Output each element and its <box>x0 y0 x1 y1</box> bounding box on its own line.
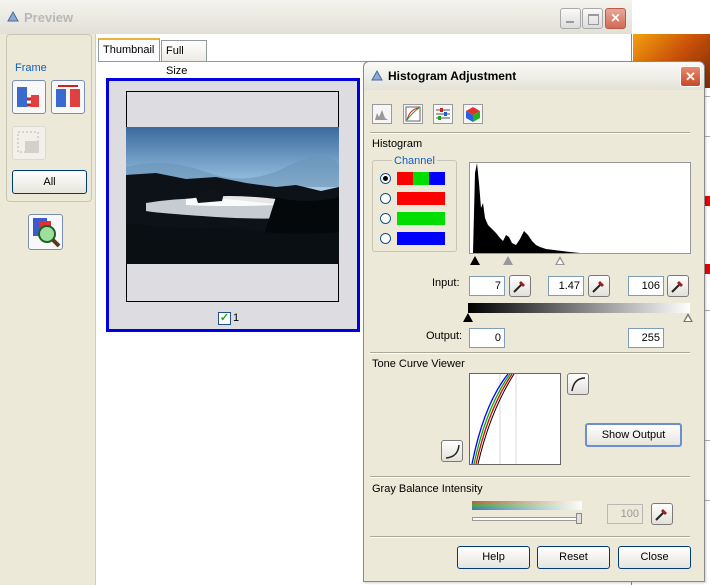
magnifier-icon <box>33 218 61 248</box>
minimize-icon <box>561 9 580 28</box>
histogram-dialog: Histogram Adjustment ✕ Histogram Channel… <box>363 61 705 582</box>
output-low-field[interactable]: 0 <box>469 328 505 348</box>
channel-swatch-blue <box>397 232 445 245</box>
tone-curve-plot <box>471 373 517 465</box>
eyedropper-icon <box>655 509 667 521</box>
input-black-point-handle[interactable] <box>470 256 480 265</box>
output-high-field[interactable]: 255 <box>628 328 664 348</box>
channel-radio-red[interactable] <box>380 193 391 204</box>
close-icon: ✕ <box>685 69 696 84</box>
tab-thumbnail[interactable]: Thumbnail <box>98 38 160 61</box>
delete-frame-button[interactable] <box>12 126 46 160</box>
preview-title: Preview <box>24 10 74 25</box>
histogram-graph <box>469 162 691 254</box>
curve-up-icon <box>571 377 586 392</box>
close-button[interactable]: Close <box>618 546 691 569</box>
input-gamma-field[interactable]: 1.47 <box>548 276 584 296</box>
color-cube-icon <box>466 107 480 122</box>
channel-radio-green[interactable] <box>380 213 391 224</box>
channel-swatch-rgb-green <box>413 172 429 185</box>
input-white-point-handle[interactable] <box>555 256 565 265</box>
gray-balance-eyedropper[interactable] <box>651 503 673 525</box>
channel-radio-blue[interactable] <box>380 233 391 244</box>
color-palette-tool-button[interactable] <box>463 104 483 124</box>
input-low-field[interactable]: 7 <box>469 276 505 296</box>
eyedropper-icon <box>592 281 604 293</box>
dialog-title: Histogram Adjustment <box>388 69 517 83</box>
auto-locate-icon <box>17 87 39 107</box>
adjust-frame-icon <box>56 85 80 107</box>
maximize-button[interactable] <box>582 8 603 29</box>
gray-balance-slider[interactable] <box>472 517 582 521</box>
maximize-icon <box>583 9 602 28</box>
channel-label: Channel <box>392 155 437 167</box>
input-high-field[interactable]: 106 <box>628 276 664 296</box>
shadow-curve-button[interactable] <box>441 440 463 462</box>
dialog-title-bar[interactable]: Histogram Adjustment ✕ <box>364 62 704 90</box>
gray-balance-section-label: Gray Balance Intensity <box>372 483 483 495</box>
dialog-close-button[interactable]: ✕ <box>680 66 701 87</box>
frame-label: Frame <box>13 62 49 74</box>
preview-close-button[interactable]: ✕ <box>605 8 626 29</box>
delete-frame-icon <box>17 131 39 153</box>
lake-photo <box>126 127 339 264</box>
highlight-curve-button[interactable] <box>567 373 589 395</box>
close-icon: ✕ <box>610 11 621 25</box>
help-button[interactable]: Help <box>457 546 530 569</box>
gray-balance-tool-button[interactable] <box>433 104 453 124</box>
thumbnail-number: 1 <box>233 312 240 324</box>
scanner-app-icon <box>371 69 383 81</box>
preview-title-bar[interactable]: Preview ✕ <box>0 0 632 34</box>
thumbnail-checkbox[interactable]: ✓ <box>218 312 231 325</box>
sliders-icon <box>436 108 450 120</box>
black-point-eyedropper[interactable] <box>509 275 531 297</box>
output-label: Output: <box>426 330 463 342</box>
auto-locate-button[interactable] <box>12 80 46 114</box>
checkmark-icon: ✓ <box>219 312 230 324</box>
gray-balance-slider-thumb[interactable] <box>576 513 582 524</box>
curve-down-icon <box>445 444 460 459</box>
gray-balance-value-field[interactable]: 100 <box>607 504 643 524</box>
output-gradient <box>468 303 690 313</box>
white-point-eyedropper[interactable] <box>667 275 689 297</box>
tone-curve-tool-button[interactable] <box>403 104 423 124</box>
reset-button[interactable]: Reset <box>537 546 610 569</box>
zoom-preview-button[interactable] <box>28 214 63 250</box>
tone-curve-section-label: Tone Curve Viewer <box>372 358 465 370</box>
adjust-frame-button[interactable] <box>51 80 85 114</box>
output-black-handle[interactable] <box>463 313 473 322</box>
output-white-handle[interactable] <box>683 313 693 322</box>
histogram-icon <box>375 110 388 120</box>
channel-swatch-rgb-blue <box>429 172 445 185</box>
eyedropper-icon <box>671 281 683 293</box>
channel-radio-rgb[interactable] <box>380 173 391 184</box>
tone-curve-icon <box>405 106 421 122</box>
scanner-app-icon <box>7 10 19 22</box>
channel-swatch-green <box>397 212 445 225</box>
gray-point-eyedropper[interactable] <box>588 275 610 297</box>
tab-full-size[interactable]: Full Size <box>161 40 207 77</box>
input-label: Input: <box>432 277 460 289</box>
gray-balance-gradient <box>472 501 582 510</box>
channel-swatch-red <box>397 192 445 205</box>
show-output-button[interactable]: Show Output <box>585 423 682 447</box>
all-button[interactable]: All <box>12 170 87 194</box>
tone-curve-graph <box>469 373 561 465</box>
histogram-plot <box>470 163 580 253</box>
thumbnail-image[interactable] <box>126 127 339 264</box>
input-gamma-handle[interactable] <box>503 256 513 265</box>
histogram-section-label: Histogram <box>372 138 423 150</box>
eyedropper-icon <box>513 281 525 293</box>
minimize-button[interactable] <box>560 8 581 29</box>
channel-swatch-rgb-red <box>397 172 413 185</box>
histogram-tool-button[interactable] <box>372 104 392 124</box>
